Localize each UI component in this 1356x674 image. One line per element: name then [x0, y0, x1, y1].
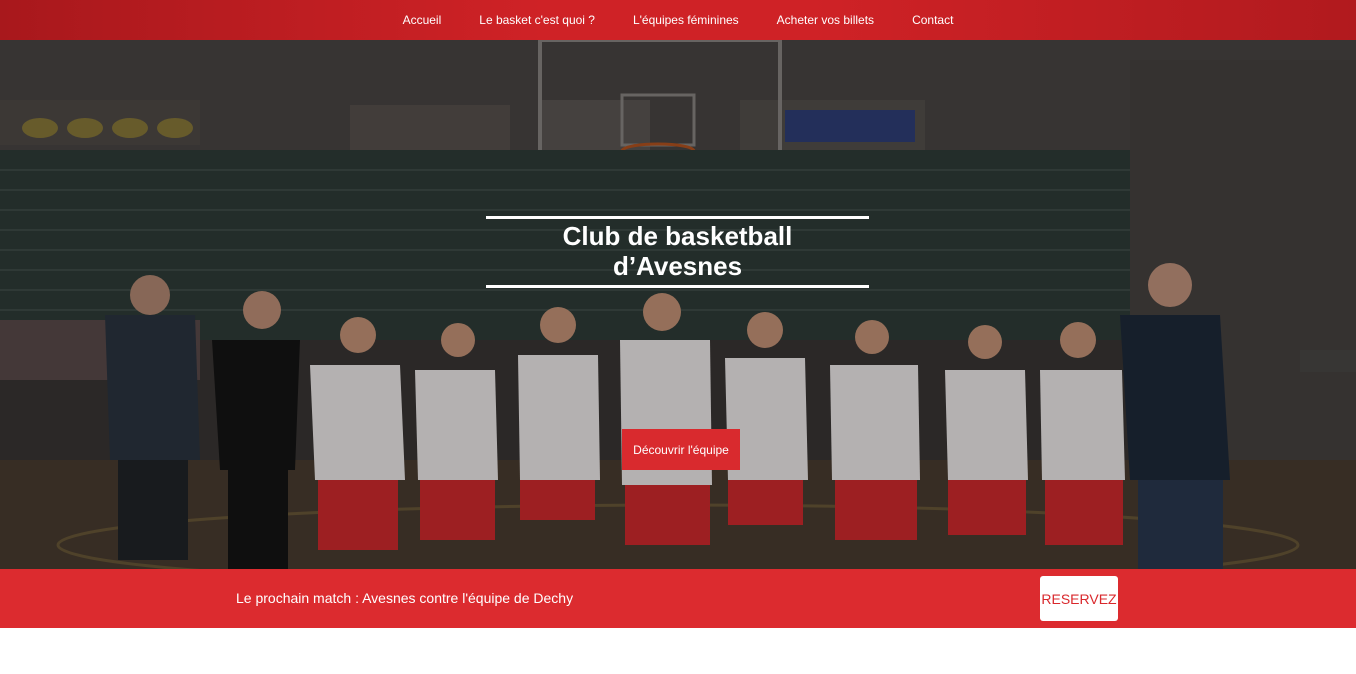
nav-item-equipes-feminines[interactable]: L'équipes féminines — [614, 0, 758, 40]
hero-dark-overlay — [0, 40, 1356, 569]
nav-item-basket[interactable]: Le basket c'est quoi ? — [460, 0, 614, 40]
hero-title-line1: Club de basketball — [562, 221, 793, 251]
discover-team-button[interactable]: Découvrir l'équipe — [622, 429, 740, 470]
nav-item-billets[interactable]: Acheter vos billets — [758, 0, 893, 40]
hero-title-box: Club de basketball d’Avesnes — [486, 216, 869, 288]
hero-section: Club de basketball d’Avesnes Découvrir l… — [0, 40, 1356, 569]
nav-menu: Accueil Le basket c'est quoi ? L'équipes… — [384, 0, 973, 40]
next-match-text: Le prochain match : Avesnes contre l'équ… — [236, 590, 574, 606]
reserve-button[interactable]: RESERVEZ — [1040, 576, 1118, 621]
hero-title-line2: d’Avesnes — [612, 251, 743, 281]
nav-item-accueil[interactable]: Accueil — [384, 0, 461, 40]
title-top-rule — [486, 216, 869, 219]
hero-title: Club de basketball d’Avesnes — [486, 221, 869, 281]
next-match-banner: Le prochain match : Avesnes contre l'équ… — [0, 569, 1356, 628]
top-navbar: Accueil Le basket c'est quoi ? L'équipes… — [0, 0, 1356, 40]
title-bottom-rule — [486, 285, 869, 288]
nav-item-contact[interactable]: Contact — [893, 0, 972, 40]
